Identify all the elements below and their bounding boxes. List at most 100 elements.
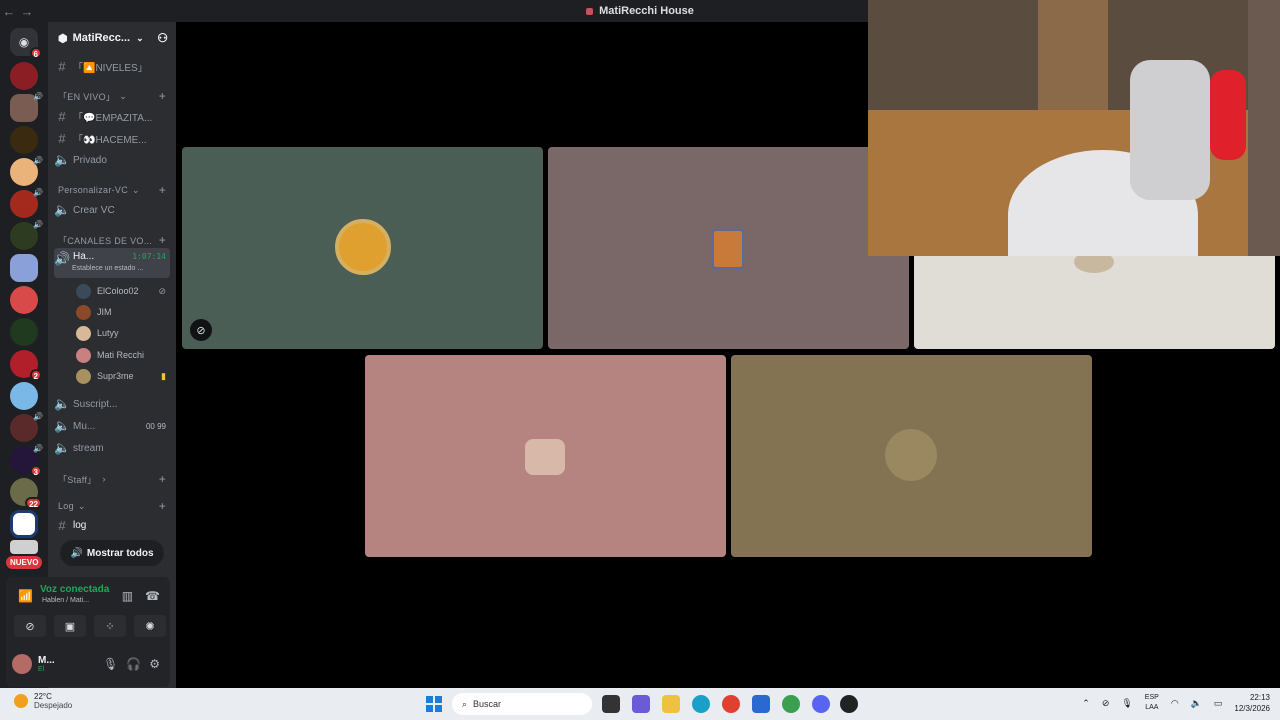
category-en-vivo[interactable]: 「EN VIVO」 ⌄ + (54, 86, 170, 106)
noise-suppression-icon[interactable]: ▥ (122, 589, 133, 603)
server-icon[interactable] (10, 540, 38, 554)
headphones-icon[interactable]: 🎧 (126, 657, 141, 671)
category-log[interactable]: Log ⌄ + (54, 496, 170, 516)
discord-home-icon[interactable]: ◉ 6 (10, 28, 42, 59)
wifi-icon[interactable]: ◠ (1171, 698, 1179, 709)
server-icon[interactable]: 🔊 (10, 220, 43, 250)
camera-off-button[interactable]: ⊘ (14, 615, 46, 637)
volume-icon[interactable]: 🔈 (1191, 698, 1202, 709)
folder-icon[interactable] (662, 695, 680, 713)
participant-tile[interactable] (731, 355, 1092, 557)
server-icon[interactable] (10, 62, 38, 90)
participant-tile[interactable]: ⊘ (182, 147, 543, 349)
store-icon[interactable] (752, 695, 770, 713)
voice-status-text[interactable]: Establece un estado ... (72, 265, 143, 272)
add-channel-icon[interactable]: + (159, 233, 166, 247)
speaker-icon: 🔊 (33, 412, 43, 421)
chevron-down-icon: ⌄ (136, 32, 144, 43)
taskbar-search[interactable]: ⌕ Buscar (452, 693, 592, 715)
chevron-down-icon: ⌄ (132, 184, 140, 195)
voice-channel-path[interactable]: Hablen / Mati... (42, 597, 89, 604)
avatar[interactable] (12, 654, 32, 674)
speaker-icon: 🔈 (54, 440, 71, 455)
channel-crear-vc[interactable]: 🔈 Crear VC (54, 200, 170, 220)
disconnect-icon[interactable]: ☎ (145, 589, 160, 603)
chrome-icon[interactable] (722, 695, 740, 713)
channel-log[interactable]: # log (54, 515, 170, 535)
channel-mu[interactable]: 🔈 Mu... 00 99 (54, 416, 170, 436)
server-icon[interactable] (10, 254, 38, 282)
server-icon[interactable] (10, 382, 38, 410)
add-channel-icon[interactable]: + (159, 499, 166, 513)
add-channel-icon[interactable]: + (159, 472, 166, 486)
server-icon[interactable] (10, 318, 38, 346)
voice-member[interactable]: Supr3me ▮ (76, 366, 170, 386)
server-icon[interactable] (10, 286, 38, 314)
voice-member[interactable]: Mati Recchi (76, 345, 170, 365)
participant-tile[interactable] (365, 355, 726, 557)
server-name: MatiRecc... (72, 32, 131, 44)
mention-badge: 6 (29, 47, 42, 59)
shelf (1038, 0, 1108, 110)
chevron-down-icon: ⌄ (77, 500, 86, 511)
server-header[interactable]: ⬢ MatiRecc... ⌄ ⚇ (48, 22, 176, 54)
server-dot-icon (586, 7, 594, 15)
server-icon[interactable]: 2 (10, 350, 42, 381)
battery-icon[interactable]: ▭ (1214, 698, 1223, 709)
speaker-icon: 🔊 (33, 444, 43, 453)
edge-icon[interactable] (692, 695, 710, 713)
file-manager-icon[interactable] (602, 695, 620, 713)
voice-member[interactable]: ElColoo02 ⊘ (76, 281, 170, 301)
soundboard-button[interactable]: ✺ (134, 615, 166, 637)
voice-member[interactable]: Lutyy (76, 323, 170, 343)
participant-tile[interactable] (548, 147, 909, 349)
channel-haceme[interactable]: # 「👀HACEME... (54, 128, 170, 148)
activities-button[interactable]: ⁘ (94, 615, 126, 637)
screen-share-button[interactable]: ▣ (54, 615, 86, 637)
invite-people-icon[interactable]: ⚇ (157, 31, 168, 45)
windows-start-icon[interactable] (426, 696, 442, 712)
microphone-icon[interactable]: 🎙 (103, 657, 118, 671)
language-indicator[interactable]: ESP LAA (1145, 693, 1159, 713)
add-channel-icon[interactable]: + (159, 183, 166, 197)
category-staff[interactable]: 「Staff」 › + (54, 469, 170, 489)
category-personalizar[interactable]: Personalizar-VC ⌄ + (54, 180, 170, 200)
network-off-icon[interactable]: ⊘ (1102, 698, 1110, 709)
microphone-icon[interactable]: 🎙 (1121, 698, 1132, 709)
discord-icon[interactable] (812, 695, 830, 713)
obs-icon[interactable] (840, 695, 858, 713)
channel-niveles[interactable]: # 「🔼NIVELES」 (54, 56, 170, 76)
gear-icon[interactable]: ⚙ (149, 657, 160, 671)
server-icon[interactable] (10, 126, 38, 154)
voice-member[interactable]: JIM (76, 302, 170, 322)
channel-active-voice[interactable]: 🔊 Ha... 1:07:14 Establece un estado ... (54, 248, 170, 278)
server-icon[interactable]: 22 (10, 478, 42, 509)
copilot-icon[interactable] (632, 695, 650, 713)
cloth (1130, 60, 1210, 200)
category-canales-voz[interactable]: 「CANALES DE VO... + (54, 230, 170, 250)
chrome-profile-icon[interactable] (782, 695, 800, 713)
server-icon[interactable] (10, 510, 38, 538)
speaker-icon: 🔊 (33, 220, 43, 229)
add-channel-icon[interactable]: + (159, 89, 166, 103)
server-icon[interactable]: 🔊 (10, 412, 43, 442)
clock[interactable]: 22:13 12/3/2026 (1234, 692, 1270, 714)
channel-stream[interactable]: 🔈 stream (54, 438, 170, 458)
new-badge[interactable]: NUEVO (6, 556, 43, 569)
speaker-icon: 🔈 (54, 202, 71, 217)
voice-status[interactable]: Voz conectada (40, 584, 109, 595)
speaker-icon: 🔊 (70, 547, 83, 559)
chevron-up-icon[interactable]: ⌃ (1082, 698, 1090, 709)
show-all-button[interactable]: 🔊 Mostrar todos (60, 540, 164, 566)
channel-privado[interactable]: 🔈 Privado (54, 150, 170, 170)
weather-widget[interactable]: 22°C Despejado (14, 692, 72, 710)
speaker-icon: 🔈 (54, 152, 71, 167)
server-icon[interactable]: 🔊 (10, 156, 43, 186)
server-icon[interactable]: 🔊 (10, 188, 43, 218)
channel-empazitando[interactable]: # 「💬EMPAZITA... (54, 106, 170, 126)
signal-icon[interactable]: 📶 (18, 589, 33, 603)
speaker-icon: 🔊 (33, 156, 43, 165)
server-icon[interactable]: 3 🔊 (10, 444, 43, 477)
channel-suscript[interactable]: 🔈 Suscript... (54, 394, 170, 414)
server-icon[interactable]: 🔊 (10, 92, 43, 122)
